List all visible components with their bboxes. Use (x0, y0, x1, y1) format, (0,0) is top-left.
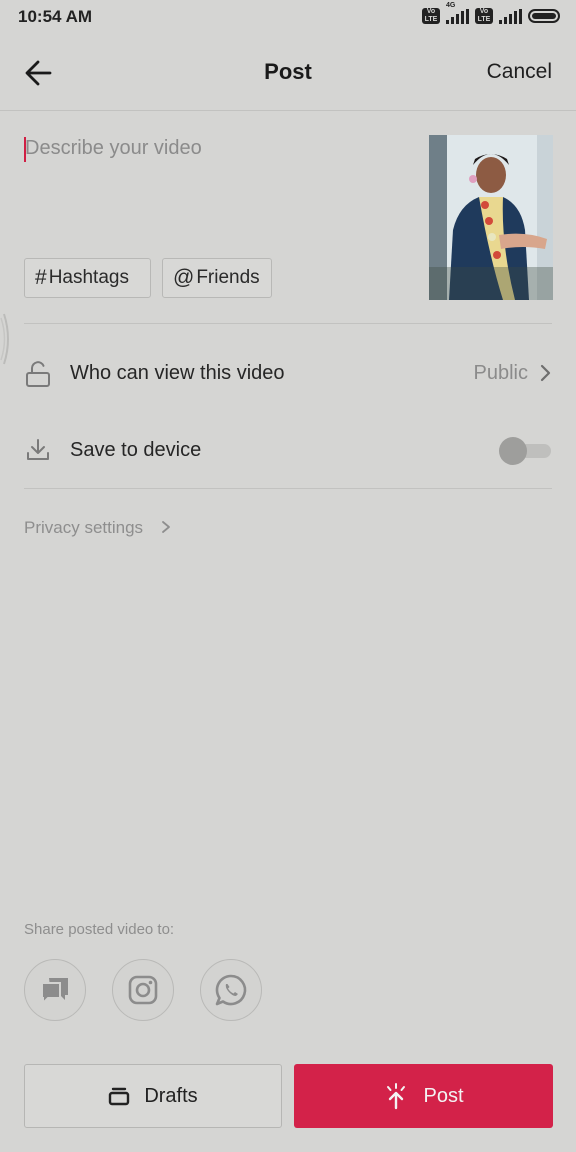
drafts-button[interactable]: Drafts (24, 1064, 282, 1128)
chevron-right-small-icon (161, 521, 170, 533)
instagram-icon (128, 975, 158, 1005)
save-to-device-toggle[interactable] (499, 437, 553, 465)
mention-symbol: @ (173, 266, 195, 289)
whatsapp-icon (215, 974, 247, 1006)
signal-icon-1: 4G (446, 2, 469, 24)
save-to-device-label: Save to device (70, 439, 202, 461)
drafts-icon (109, 1087, 130, 1106)
hashtag-symbol: # (35, 266, 47, 289)
who-can-view-label: Who can view this video (70, 362, 285, 384)
header-divider (0, 110, 576, 111)
volte-icon-2: Vo LTE (475, 8, 493, 24)
privacy-settings-link[interactable]: Privacy settings (24, 518, 172, 538)
hashtags-chip[interactable]: # Hashtags (24, 258, 151, 298)
friends-label: Friends (196, 267, 260, 288)
privacy-settings-label: Privacy settings (24, 518, 144, 537)
status-bar: 10:54 AM Vo LTE 4G Vo LTE (0, 0, 576, 36)
section-divider (24, 323, 552, 324)
share-whatsapp-button[interactable] (200, 959, 262, 1021)
signal-icon-2 (499, 8, 522, 24)
volte-icon: Vo LTE (422, 8, 440, 24)
chevron-right-icon (538, 364, 552, 382)
save-to-device-row: Save to device (0, 425, 576, 475)
unlock-icon (25, 360, 51, 388)
battery-icon (528, 9, 560, 23)
caption-input[interactable]: Describe your video (25, 137, 202, 160)
download-icon (25, 437, 51, 463)
share-instagram-button[interactable] (112, 959, 174, 1021)
status-time: 10:54 AM (18, 7, 93, 26)
share-message-button[interactable] (24, 959, 86, 1021)
drafts-label: Drafts (144, 1084, 198, 1107)
cancel-button[interactable]: Cancel (487, 60, 552, 84)
system-icons: Vo LTE 4G Vo LTE (422, 2, 560, 24)
section-divider-2 (24, 488, 552, 489)
post-label: Post (423, 1084, 464, 1107)
upload-sparkle-icon (387, 1083, 406, 1110)
message-icon (41, 978, 68, 1004)
friends-chip[interactable]: @ Friends (162, 258, 272, 298)
network-type-label: 4G (446, 1, 456, 9)
video-thumbnail[interactable] (429, 135, 553, 300)
who-can-view-value: Public (473, 362, 528, 384)
share-label: Share posted video to: (24, 921, 175, 938)
hashtags-label: Hashtags (48, 267, 129, 288)
post-button[interactable]: Post (294, 1064, 553, 1128)
who-can-view-row[interactable]: Who can view this video Public (0, 348, 576, 398)
